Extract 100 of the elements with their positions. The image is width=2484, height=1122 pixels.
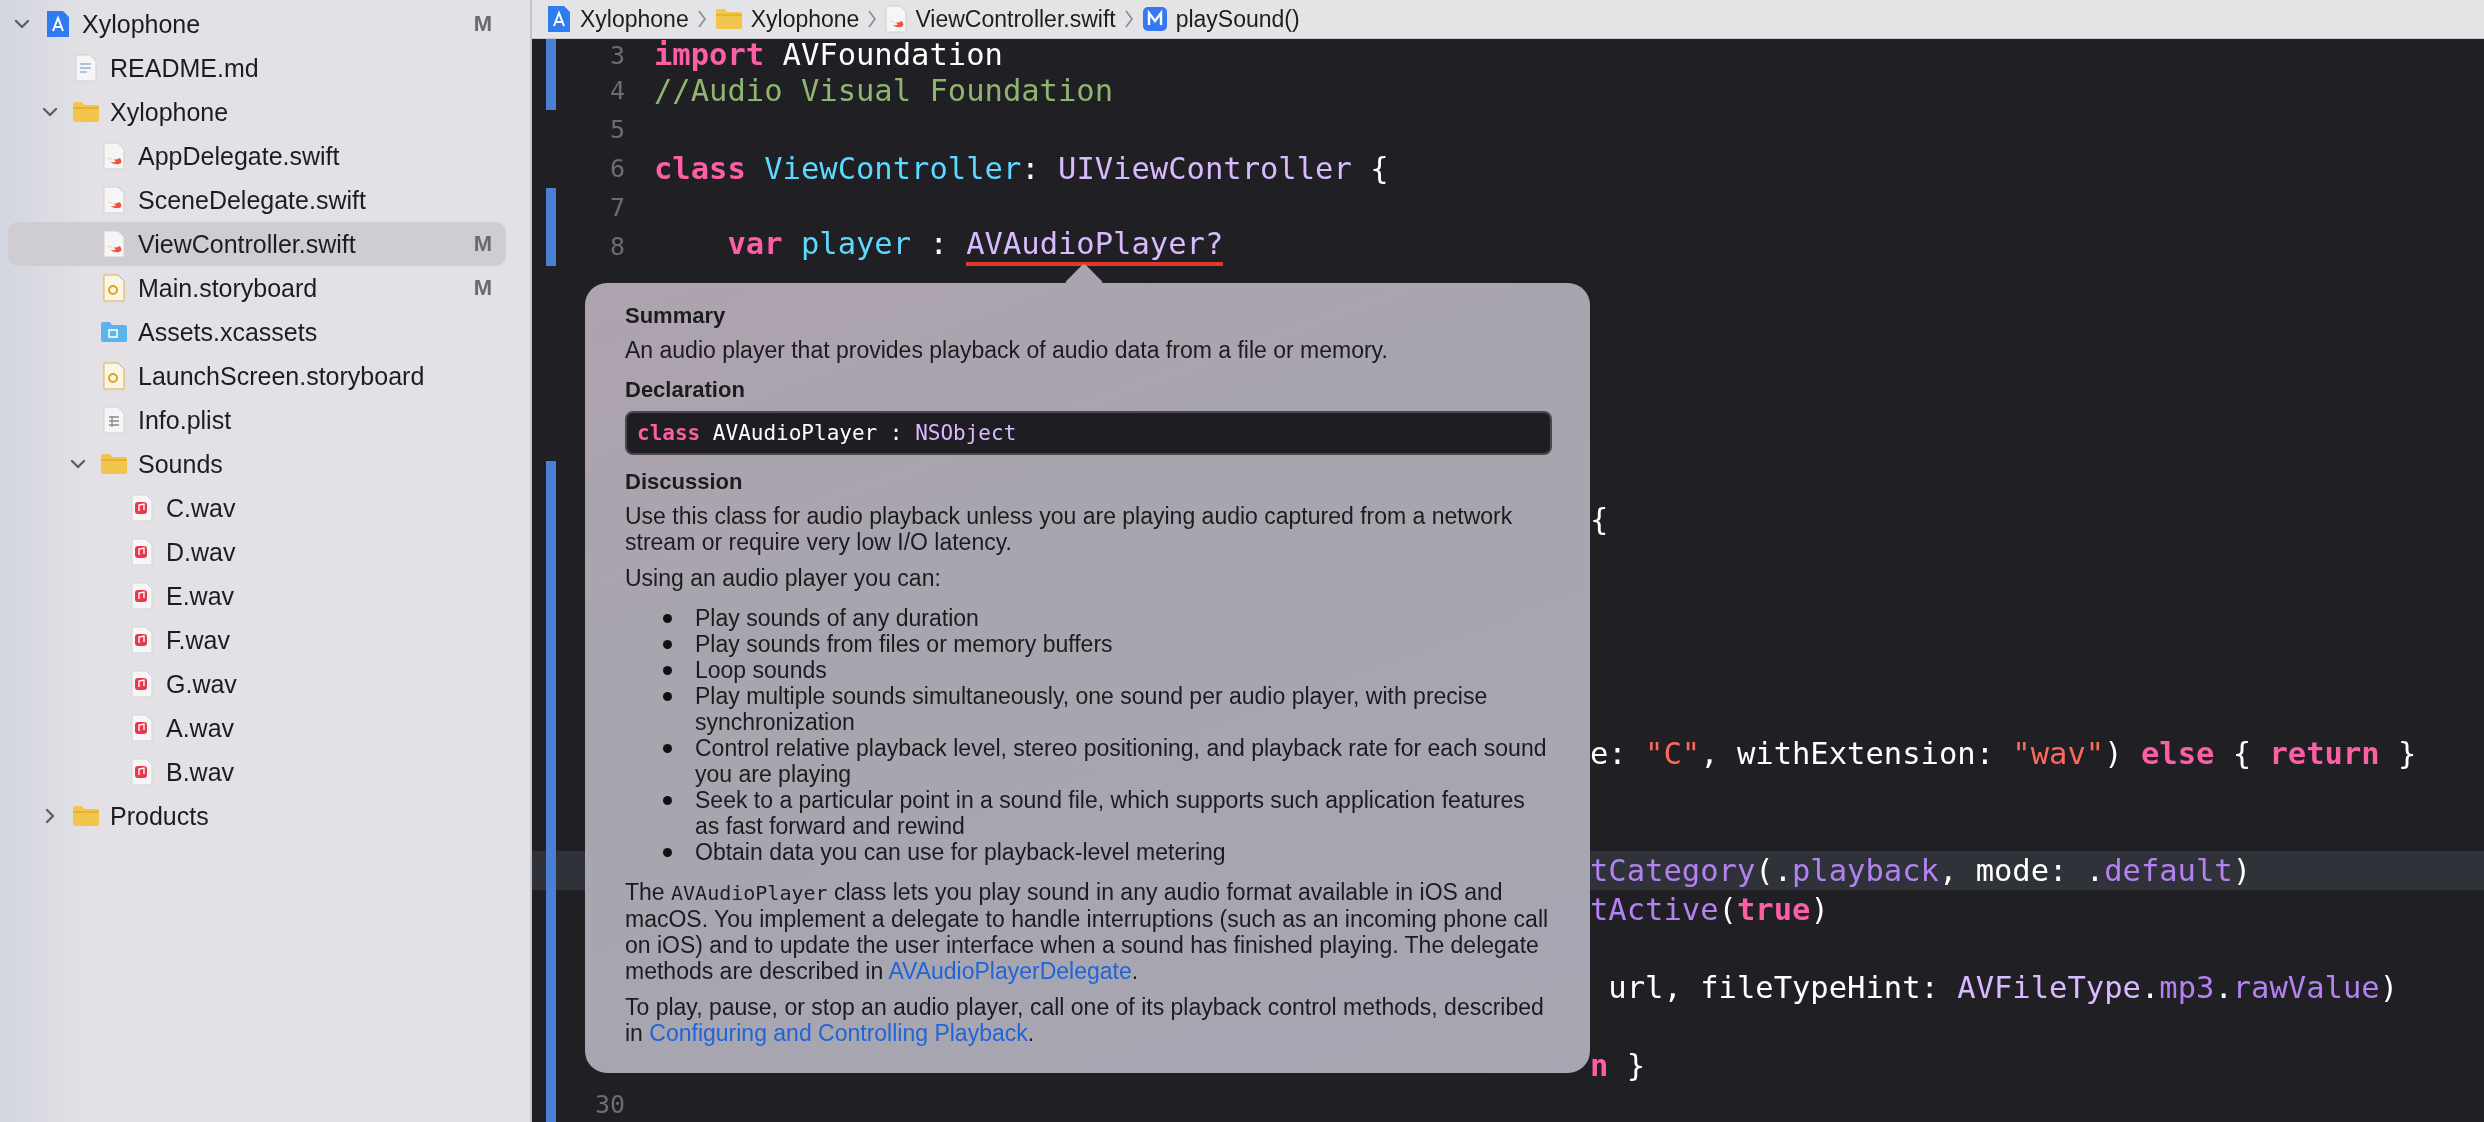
file-name: ViewController.swift [138,229,357,259]
bullet-icon [663,640,672,649]
file-name: SceneDelegate.swift [138,185,367,215]
navigator-item[interactable]: Assets.xcassets [8,310,506,354]
code-line: tCategory(.playback, mode: .default) [1590,854,2252,887]
document-icon [75,54,97,82]
audio-file-icon [131,582,153,610]
navigator-item[interactable]: G.wav [8,662,506,706]
navigator-item[interactable]: A.wav [8,706,506,750]
line-number: 30 [594,1090,625,1119]
code-line: import AVFoundation [654,39,1003,71]
code-line: url, fileTypeHint: AVFileType.mp3.rawValue) [1607,971,2399,1004]
breadcrumb-item[interactable]: Xylophone [714,5,860,33]
list-item-text: Play multiple sounds simultaneously, one sound per audio player, with precise synchronization [695,683,1489,735]
description-text: Use this class for audio playback unless you are playing audio captured from a network stream or require very low I/O latency. [625,503,1514,555]
file-name: LaunchScreen.storyboard [138,361,426,391]
file-name: Info.plist [138,405,233,435]
list-item-text: Play sounds from files or memory buffers [695,631,1113,657]
storyboard-file-icon [103,362,125,390]
file-name: D.wav [166,537,237,567]
navigator-item[interactable]: LaunchScreen.storyboard [8,354,506,398]
code-line: tActive(true) [1590,893,1829,926]
code-line: n } [1590,1049,1646,1082]
swift-file-icon [885,5,908,33]
file-name: E.wav [166,581,236,611]
file-name: B.wav [166,757,236,787]
navigator-item[interactable]: Xylophone [8,90,506,134]
line-number: 7 [609,193,625,222]
storyboard-file-icon [103,274,125,302]
line-number: 5 [609,115,625,144]
code-line: class ViewController: UIViewController { [654,152,1389,185]
description-text: An audio player that provides playback of audio data from a file or memory. [625,337,1389,363]
file-name: Main.storyboard [138,273,319,303]
section-heading: Discussion [625,469,744,495]
project-icon [546,5,572,33]
bullet-icon [663,744,672,753]
project-icon [45,10,71,38]
code-line: e: "C", withExtension: "wav") else { return } [1590,737,2417,770]
audio-file-icon [131,494,153,522]
navigator-item[interactable]: Xylophone M [8,2,506,46]
audio-file-icon [131,758,153,786]
file-name: AppDelegate.swift [138,141,341,171]
swift-file-icon [103,186,125,214]
chevron-separator-icon [1123,9,1134,29]
file-name: Xylophone [110,97,230,127]
line-number: 3 [609,40,625,70]
section-heading: Declaration [625,377,746,403]
navigator-item[interactable]: SceneDelegate.swift [8,178,506,222]
navigator-item[interactable]: Main.storyboard M [8,266,506,310]
swift-file-icon [103,142,125,170]
file-name: Sounds [138,449,224,479]
breadcrumb-item[interactable]: playSound() [1141,5,1300,33]
navigator-item[interactable]: README.md [8,46,506,90]
folder-icon [100,453,128,475]
navigator-item[interactable]: D.wav [8,530,506,574]
navigator-item[interactable]: AppDelegate.swift [8,134,506,178]
list-item-text: Loop sounds [695,657,827,683]
modified-status: M [473,231,492,257]
asset-folder-icon [100,321,128,343]
code-line: var player : AVAudioPlayer? [654,227,1224,266]
list-item-text: Control relative playback level, stereo positioning, and playback rate for each sound you are playing [695,735,1548,787]
file-name: F.wav [166,625,231,655]
section-heading: Summary [625,303,727,329]
navigator-item[interactable]: Products [8,794,506,838]
breadcrumb-item[interactable]: Xylophone [546,5,689,33]
chevron-separator-icon [696,9,707,29]
file-name: README.md [110,53,260,83]
navigator-item[interactable]: Info.plist [8,398,506,442]
modified-status: M [473,11,492,37]
table-file-icon [103,406,125,434]
swift-file-icon [103,230,125,258]
file-name: G.wav [166,669,238,699]
code-line: { [1590,503,1609,536]
folder-icon [72,101,100,123]
navigator-item[interactable]: Sounds [8,442,506,486]
audio-file-icon [131,538,153,566]
bullet-icon [663,848,672,857]
navigator-item[interactable]: C.wav [8,486,506,530]
audio-file-icon [131,626,153,654]
audio-file-icon [131,714,153,742]
description-text: To play, pause, or stop an audio player, call one of its playback control methods, described in Configuring and Controlling Playback. [625,994,1545,1046]
navigator-item[interactable]: ViewController.swift M [8,222,506,266]
method-icon [1141,6,1168,32]
modified-status: M [473,275,492,301]
declaration-code: class AVAudioPlayer : NSObject [625,411,1552,455]
line-number: 6 [609,154,625,183]
file-name: A.wav [166,713,236,743]
list-item-text: Seek to a particular point in a sound file, which supports such application features as fast forward and rewind [695,787,1526,839]
bullet-icon [663,692,672,701]
file-name: Assets.xcassets [138,317,319,347]
folder-icon [714,8,743,30]
bullet-icon [663,796,672,805]
navigator-item[interactable]: E.wav [8,574,506,618]
description-text: Using an audio player you can: [625,565,942,591]
list-item-text: Obtain data you can use for playback-level metering [695,839,1226,865]
navigator-item[interactable]: F.wav [8,618,506,662]
breadcrumb-item[interactable]: ViewController.swift [885,5,1116,33]
bullet-icon [663,614,672,623]
description-text: The AVAudioPlayer class lets you play sound in any audio format available in iOS and macOS. You implement a delegate to handle interruptions (such as an incoming phone call on iOS) and to update the user interface when a sound has finished playing. The delegate methods are described in AVAudioPlayerDelegate. [625,879,1550,984]
navigator-item[interactable]: B.wav [8,750,506,794]
